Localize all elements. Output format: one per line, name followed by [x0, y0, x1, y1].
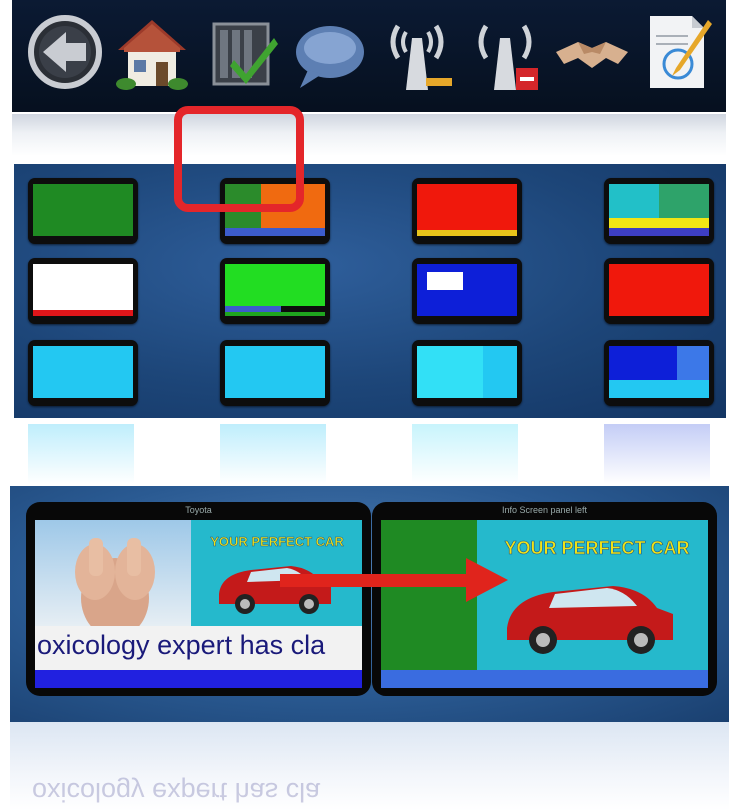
checklist-icon[interactable]: [202, 8, 280, 94]
ad-headline: YOUR PERFECT CAR: [504, 538, 689, 558]
ad-headline: YOUR PERFECT CAR: [210, 534, 344, 549]
top-toolbar: [12, 0, 726, 112]
screen-thumbnail[interactable]: [604, 340, 714, 406]
preview-reflection: oxicology expert has cla: [10, 722, 729, 811]
screen-thumbnail[interactable]: [28, 340, 138, 406]
screen-thumbnail[interactable]: [412, 340, 522, 406]
handshake-icon[interactable]: [552, 8, 630, 94]
antenna-signal-icon[interactable]: [378, 8, 456, 94]
ticker-text: oxicology expert has cla: [37, 630, 326, 660]
toolbar-reflection: [12, 114, 726, 156]
selection-highlight: [174, 106, 304, 212]
monitor-title: Toyota: [185, 505, 212, 515]
screen-thumbnail[interactable]: [604, 258, 714, 324]
preview-panel: Toyota YOUR PERFECT CAR oxicology expert…: [10, 486, 729, 722]
photo-panel: [35, 520, 191, 638]
monitor-title: Info Screen panel left: [501, 505, 588, 515]
screen-thumbnail[interactable]: [28, 258, 138, 324]
chat-bubble-icon[interactable]: [290, 8, 368, 94]
screen-thumbnail[interactable]: [412, 258, 522, 324]
transfer-arrow: [280, 558, 508, 602]
grid-reflection: [14, 424, 726, 486]
ticker-bar: [35, 670, 362, 688]
screen-thumbnail[interactable]: [28, 178, 138, 244]
antenna-remove-icon[interactable]: [466, 8, 544, 94]
screen-thumbnail[interactable]: [220, 340, 330, 406]
screen-thumbnail[interactable]: [220, 258, 330, 324]
screen-thumbnail[interactable]: [412, 178, 522, 244]
car-ad-panel: YOUR PERFECT CAR: [477, 520, 708, 670]
reflection-text: oxicology expert has cla: [32, 777, 321, 807]
screen-thumbnail[interactable]: [604, 178, 714, 244]
news-ticker: oxicology expert has cla: [35, 626, 362, 670]
ticker-bar: [381, 670, 708, 688]
screen-grid-panel: [14, 164, 726, 418]
edit-document-icon[interactable]: [638, 8, 716, 94]
back-arrow-icon[interactable]: [26, 8, 104, 94]
home-icon[interactable]: [112, 8, 190, 94]
